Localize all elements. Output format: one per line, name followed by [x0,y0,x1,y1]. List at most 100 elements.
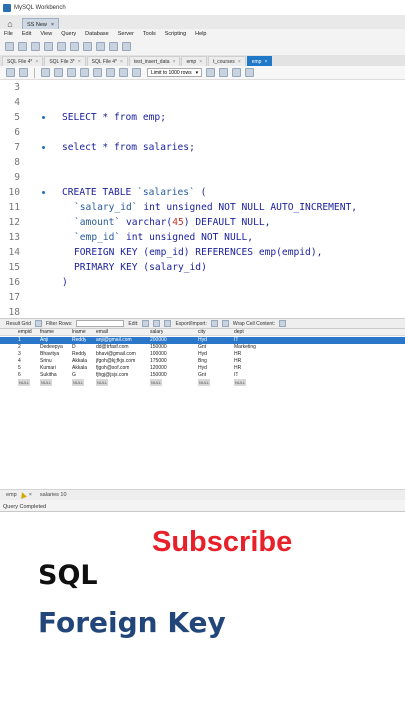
close-icon[interactable]: × [120,59,123,65]
limit-rows-select[interactable]: Limit to 1000 rows ▾ [147,68,203,77]
table-cell[interactable]: Akkala [72,358,87,365]
table-cell[interactable]: Sukitha [40,372,57,379]
column-header[interactable]: email [96,329,108,336]
table-cell[interactable]: Akkala [72,365,87,372]
connection-tab[interactable]: SS New × [22,18,60,29]
table-cell[interactable]: dd@trfasf.com [96,344,129,351]
column-header[interactable]: dept [234,329,244,336]
column-header[interactable]: city [198,329,206,336]
open-file-icon[interactable] [6,68,15,77]
table-cell[interactable]: G [72,372,76,379]
editor-tab[interactable]: SQL File 4* × [2,56,44,66]
table-cell[interactable]: 100000 [150,351,167,358]
table-cell[interactable]: 150000 [150,372,167,379]
table-cell[interactable]: D [72,344,76,351]
menu-item-query[interactable]: Query [61,31,76,37]
invisible-chars-icon[interactable] [232,68,242,77]
table-cell[interactable]: 175000 [150,358,167,365]
column-header[interactable]: empid [18,329,32,336]
table-cell[interactable]: Reddy [72,351,86,358]
table-cell[interactable]: 2 [18,344,21,351]
word-wrap-icon[interactable] [245,68,255,77]
table-cell[interactable]: Marketing [234,344,256,351]
result-tab[interactable]: salaries 10 [40,492,67,498]
table-cell[interactable]: IT [234,372,238,379]
table-cell[interactable]: jfgoh@kj;fkjs.com [96,358,135,365]
table-row[interactable]: 2 Dedeepya Ddd@trfasf.com 150000 Gnt Marketin… [0,344,405,351]
add-row-icon[interactable] [153,320,161,327]
table-cell[interactable]: 200000 [150,337,167,344]
import-icon[interactable] [221,320,229,327]
filter-rows-input[interactable] [76,320,125,327]
sql-editor[interactable]: 3 4 5 SELECT * from emp; 6 7 select * from sal… [0,80,405,318]
table-cell[interactable]: HR [234,351,241,358]
table-row[interactable]: 1 Anji Reddy anji@gmail.com 200000 Hyd IT [0,337,405,344]
create-function-icon[interactable] [96,41,105,51]
column-header[interactable]: fname [40,329,54,336]
table-cell[interactable]: Hyd [198,365,207,372]
menu-item-view[interactable]: View [40,31,52,37]
menu-item-database[interactable]: Database [85,31,109,37]
autocommit-icon[interactable] [132,68,141,77]
create-view-icon[interactable] [70,41,79,51]
table-cell[interactable]: fjgoh@sof.com [96,365,129,372]
execute-current-icon[interactable] [54,68,63,77]
menu-item-file[interactable]: File [4,31,13,37]
table-cell[interactable]: 1 [18,337,21,344]
table-row[interactable]: 3 Bhavitya Reddy bhavi@gmail.com 100000 Hyd HR [0,351,405,358]
editor-tab[interactable]: SQL File 4* × [86,56,128,66]
delete-row-icon[interactable] [164,320,172,327]
stop-icon[interactable] [80,68,89,77]
commit-icon[interactable] [106,68,115,77]
table-cell[interactable]: 3 [18,351,21,358]
editor-tab[interactable]: t_courses × [208,56,246,66]
table-cell[interactable]: Dedeepya [40,344,63,351]
menu-item-edit[interactable]: Edit [22,31,31,37]
table-cell[interactable]: bhavi@gmail.com [96,351,136,358]
close-icon[interactable]: × [238,59,241,65]
menu-item-tools[interactable]: Tools [143,31,156,37]
wrap-cell-icon[interactable] [279,320,286,327]
search-table-data-icon[interactable] [109,41,118,51]
column-header[interactable]: salary [150,329,163,336]
table-cell[interactable]: fjhgj@jsjs.com [96,372,128,379]
reconnect-icon[interactable] [122,41,131,51]
table-cell[interactable]: 120000 [150,365,167,372]
create-schema-icon[interactable] [44,41,53,51]
table-cell[interactable]: Gnt [198,372,206,379]
table-cell[interactable]: Hyd [198,351,207,358]
beautify-icon[interactable] [206,68,216,77]
table-cell[interactable]: HR [234,365,241,372]
open-sql-file-icon[interactable] [18,41,27,51]
editor-tab[interactable]: emp × [246,56,273,66]
result-grid[interactable]: empid fname lname email salary city dept 1 Anji R… [0,329,405,489]
table-cell[interactable]: anji@gmail.com [96,337,132,344]
close-icon[interactable]: × [199,59,202,65]
table-cell[interactable]: Gnt [198,344,206,351]
close-icon[interactable]: × [78,59,81,65]
toggle-error-icon[interactable] [93,68,102,77]
table-cell[interactable]: 150000 [150,344,167,351]
table-cell[interactable]: 5 [18,365,21,372]
execute-icon[interactable] [41,68,50,77]
close-icon[interactable]: × [264,59,267,65]
result-grid-label[interactable]: Result Grid [6,321,31,327]
table-cell[interactable]: 6 [18,372,21,379]
editor-tab[interactable]: SQL File 3* × [44,56,86,66]
home-icon[interactable]: ⌂ [4,18,16,29]
table-cell[interactable]: HR [234,358,241,365]
explain-icon[interactable] [67,68,76,77]
rollback-icon[interactable] [119,68,128,77]
table-row[interactable]: 6 Sukitha Gfjhgj@jsjs.com 150000 Gnt IT [0,372,405,379]
table-row-new[interactable]: NULL NULL NULL NULL NULL NULL NULL [0,379,405,386]
close-icon[interactable]: × [29,492,32,498]
save-file-icon[interactable] [19,68,28,77]
edit-row-icon[interactable] [142,320,150,327]
menu-item-help[interactable]: Help [195,31,206,37]
table-cell[interactable]: Reddy [72,337,86,344]
find-icon[interactable] [219,68,229,77]
table-row[interactable]: 4 Srinu Akkala jfgoh@kj;fkjs.com 175000 Bng HR [0,358,405,365]
table-cell[interactable]: Srinu [40,358,52,365]
close-icon[interactable]: × [173,59,176,65]
table-cell[interactable]: Hyd [198,337,207,344]
